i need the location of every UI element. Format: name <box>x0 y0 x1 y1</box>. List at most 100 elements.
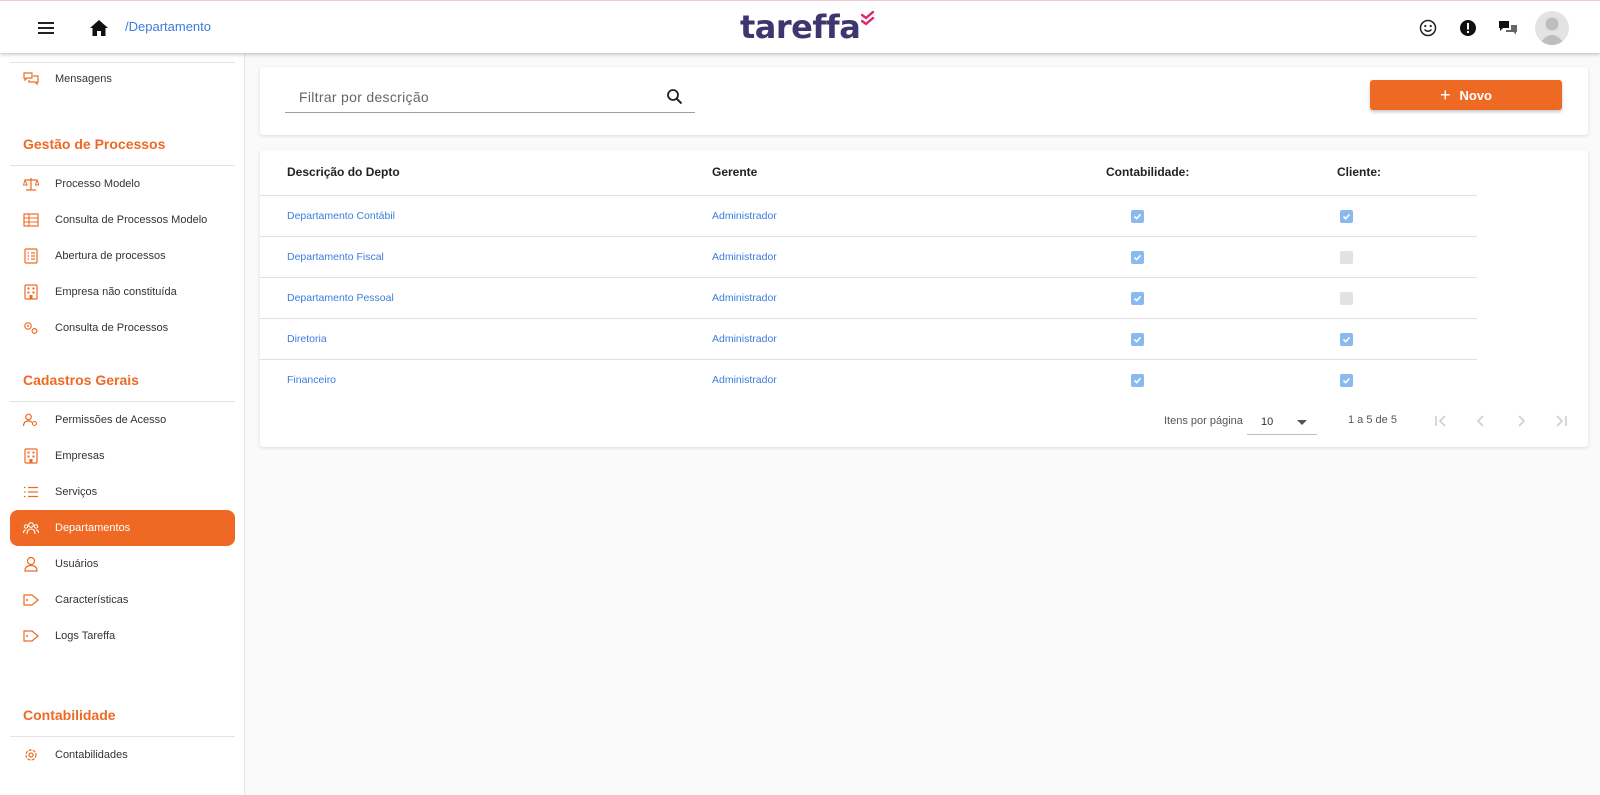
logo-check-icon <box>861 11 875 26</box>
sidebar-item-processo-modelo[interactable]: Processo Modelo <box>10 166 235 202</box>
last-page-icon[interactable] <box>1550 410 1572 432</box>
prev-page-icon[interactable] <box>1470 410 1492 432</box>
cliente-checkbox[interactable] <box>1340 374 1353 387</box>
breadcrumb[interactable]: /Departamento <box>125 19 211 34</box>
scale-icon <box>22 175 40 193</box>
sidebar-item-empresas[interactable]: Empresas <box>10 438 235 474</box>
sidebar-item-consulta-processos-modelo[interactable]: Consulta de Processos Modelo <box>10 202 235 238</box>
sidebar-item-label: Mensagens <box>55 73 112 85</box>
avatar[interactable] <box>1535 11 1569 45</box>
group-icon <box>22 519 40 537</box>
sidebar-item-logs-tareffa[interactable]: Logs Tareffa <box>10 618 235 654</box>
paginator: Itens por página 10 1 a 5 de 5 <box>260 402 1588 442</box>
section-title-contabilidade: Contabilidade <box>23 707 116 723</box>
department-name-link[interactable]: Financeiro <box>287 374 336 386</box>
page-range: 1 a 5 de 5 <box>1348 414 1397 426</box>
sidebar-item-usuarios[interactable]: Usuários <box>10 546 235 582</box>
filter-card: + Novo <box>260 67 1588 135</box>
table-header: Descrição do Depto Gerente Contabilidade… <box>260 150 1477 196</box>
column-header-contabilidade[interactable]: Contabilidade: <box>1106 165 1189 179</box>
app-header: /Departamento tareffa <box>0 0 1600 53</box>
sidebar-item-caracteristicas[interactable]: Características <box>10 582 235 618</box>
cliente-checkbox[interactable] <box>1340 251 1353 264</box>
table-row[interactable]: Departamento Contábil Administrador <box>260 196 1477 237</box>
sidebar-item-label: Características <box>55 594 129 606</box>
cliente-checkbox[interactable] <box>1340 210 1353 223</box>
sidebar-item-label: Empresas <box>55 450 105 462</box>
contabilidade-checkbox[interactable] <box>1131 374 1144 387</box>
new-button-label: Novo <box>1459 87 1493 103</box>
sidebar-item-label: Departamentos <box>55 522 131 534</box>
table-row[interactable]: Departamento Pessoal Administrador <box>260 278 1477 319</box>
user-key-icon <box>22 411 40 429</box>
table-row[interactable]: Diretoria Administrador <box>260 319 1477 360</box>
sidebar-item-consulta-processos[interactable]: Consulta de Processos <box>10 310 235 346</box>
sidebar-item-empresa-nao-constituida[interactable]: Empresa não constituída <box>10 274 235 310</box>
sidebar-item-permissoes[interactable]: Permissões de Acesso <box>10 402 235 438</box>
column-header-cliente[interactable]: Cliente: <box>1337 165 1381 179</box>
sidebar-item-label: Contabilidades <box>55 749 128 761</box>
column-header-gerente[interactable]: Gerente <box>712 165 757 179</box>
department-name-link[interactable]: Departamento Fiscal <box>287 251 384 263</box>
next-page-icon[interactable] <box>1510 410 1532 432</box>
sidebar-item-contabilidades[interactable]: Contabilidades <box>10 737 235 773</box>
page-size-value: 10 <box>1261 416 1274 428</box>
manager-link[interactable]: Administrador <box>712 333 777 345</box>
sidebar-item-label: Usuários <box>55 558 99 570</box>
page-size-select[interactable]: 10 <box>1247 406 1317 435</box>
sidebar-item-label: Consulta de Processos <box>55 322 169 334</box>
building-icon <box>22 447 40 465</box>
contabilidade-checkbox[interactable] <box>1131 292 1144 305</box>
sidebar-item-label: Abertura de processos <box>55 250 166 262</box>
chevron-down-icon <box>1297 420 1307 425</box>
tag-icon <box>22 591 40 609</box>
list-icon <box>22 483 40 501</box>
new-button[interactable]: + Novo <box>1370 80 1562 110</box>
alert-icon[interactable] <box>1457 17 1479 39</box>
smiley-icon[interactable] <box>1417 17 1439 39</box>
gears-icon <box>22 319 40 337</box>
column-header-descricao[interactable]: Descrição do Depto <box>287 165 400 179</box>
manager-link[interactable]: Administrador <box>712 251 777 263</box>
first-page-icon[interactable] <box>1430 410 1452 432</box>
home-icon[interactable] <box>86 15 112 41</box>
department-name-link[interactable]: Diretoria <box>287 333 327 345</box>
plus-icon: + <box>1439 85 1451 105</box>
search-input[interactable] <box>285 81 655 113</box>
department-name-link[interactable]: Departamento Contábil <box>287 210 395 222</box>
manager-link[interactable]: Administrador <box>712 210 777 222</box>
manager-link[interactable]: Administrador <box>712 374 777 386</box>
sidebar-item-departamentos[interactable]: Departamentos <box>10 510 235 546</box>
search-field <box>285 81 695 113</box>
table-row[interactable]: Departamento Fiscal Administrador <box>260 237 1477 278</box>
sidebar-item-label: Processo Modelo <box>55 178 140 190</box>
departments-table: Descrição do Depto Gerente Contabilidade… <box>260 150 1588 447</box>
contabilidade-checkbox[interactable] <box>1131 210 1144 223</box>
gear-icon <box>22 746 40 764</box>
department-name-link[interactable]: Departamento Pessoal <box>287 292 394 304</box>
sidebar-item-label: Empresa não constituída <box>55 286 177 298</box>
items-per-page-label: Itens por página <box>1164 415 1243 427</box>
tag-icon <box>22 627 40 645</box>
cliente-checkbox[interactable] <box>1340 292 1353 305</box>
chat-icon[interactable] <box>1497 17 1519 39</box>
sidebar-item-servicos[interactable]: Serviços <box>10 474 235 510</box>
manager-link[interactable]: Administrador <box>712 292 777 304</box>
chat-bubbles-icon <box>22 70 40 88</box>
sidebar-item-label: Consulta de Processos Modelo <box>55 214 208 226</box>
contabilidade-checkbox[interactable] <box>1131 333 1144 346</box>
cliente-checkbox[interactable] <box>1340 333 1353 346</box>
logo-text: tareffa <box>740 8 861 46</box>
sidebar-item-abertura-processos[interactable]: Abertura de processos <box>10 238 235 274</box>
tareffa-logo[interactable]: tareffa <box>740 5 875 49</box>
building-icon <box>22 283 40 301</box>
sidebar-item-label: Serviços <box>55 486 98 498</box>
contabilidade-checkbox[interactable] <box>1131 251 1144 264</box>
table-row[interactable]: Financeiro Administrador <box>260 360 1477 401</box>
menu-icon[interactable] <box>33 15 59 41</box>
section-title-cadastros: Cadastros Gerais <box>23 372 139 388</box>
sidebar-item-mensagens[interactable]: Mensagens <box>10 61 235 97</box>
search-icon[interactable] <box>665 87 685 107</box>
user-icon <box>22 555 40 573</box>
sidebar: Mensagens Gestão de Processos Processo M… <box>0 53 245 795</box>
